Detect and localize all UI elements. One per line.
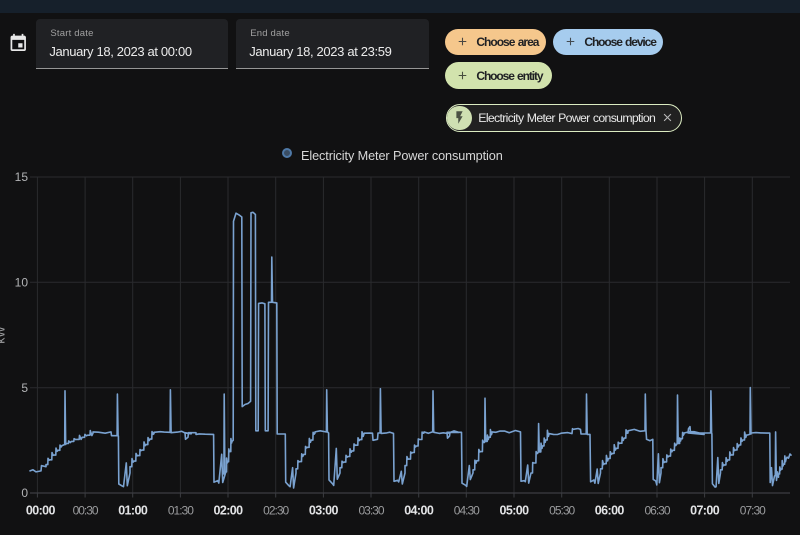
svg-text:02:30: 02:30 [263, 504, 289, 518]
svg-text:06:30: 06:30 [644, 504, 670, 518]
svg-text:03:30: 03:30 [358, 504, 384, 518]
svg-text:kW: kW [0, 326, 8, 344]
svg-text:15: 15 [15, 170, 29, 184]
svg-text:07:30: 07:30 [740, 504, 766, 518]
svg-text:06:00: 06:00 [595, 504, 625, 518]
svg-text:04:30: 04:30 [454, 504, 480, 518]
svg-text:05:00: 05:00 [500, 504, 530, 518]
svg-text:07:00: 07:00 [690, 504, 720, 518]
svg-text:03:00: 03:00 [309, 504, 339, 518]
svg-text:01:30: 01:30 [168, 504, 194, 518]
svg-text:5: 5 [21, 381, 28, 395]
svg-text:02:00: 02:00 [214, 504, 244, 518]
svg-text:0: 0 [21, 486, 28, 500]
svg-text:10: 10 [15, 276, 29, 290]
svg-text:01:00: 01:00 [118, 504, 148, 518]
svg-text:00:00: 00:00 [26, 504, 56, 518]
svg-text:05:30: 05:30 [549, 504, 575, 518]
svg-text:00:30: 00:30 [73, 504, 99, 518]
svg-text:04:00: 04:00 [404, 504, 434, 518]
